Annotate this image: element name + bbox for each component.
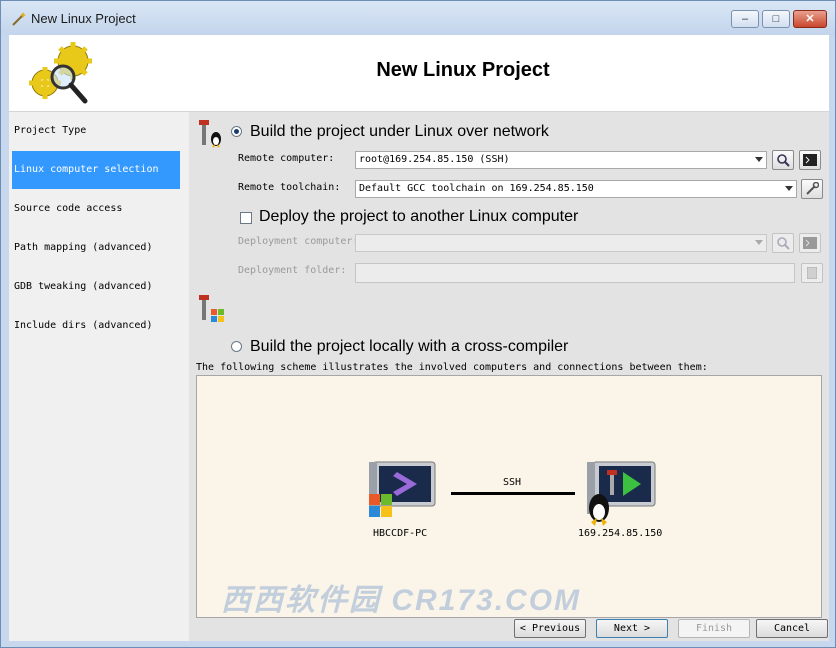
minimize-button[interactable]: – xyxy=(731,10,759,28)
remote-computer-label: Remote computer: xyxy=(238,153,335,164)
chevron-left-icon: < xyxy=(519,623,532,634)
edit-toolchain-button[interactable] xyxy=(801,179,823,199)
open-terminal-button[interactable] xyxy=(799,150,821,170)
cancel-button[interactable]: Cancel xyxy=(756,619,828,638)
chevron-down-icon xyxy=(785,186,793,191)
deployment-terminal-button[interactable] xyxy=(799,233,821,253)
deployment-folder-label: Deployment folder: xyxy=(238,265,347,276)
remote-linux-pc-icon xyxy=(587,461,656,526)
chevron-right-icon: > xyxy=(638,623,651,634)
search-icon xyxy=(777,237,790,250)
nav-item-project-type[interactable]: Project Type xyxy=(12,112,180,150)
folder-icon xyxy=(807,267,817,279)
wrench-icon xyxy=(806,182,819,195)
remote-toolchain-value: Default GCC toolchain on 169.254.85.150 xyxy=(359,183,594,194)
button-bar: < Previous Next > Finish Cancel xyxy=(189,619,829,641)
wizard-body: New Linux Project Project Type Linux com… xyxy=(9,35,829,641)
deploy-checkbox[interactable] xyxy=(240,212,252,224)
window-title: New Linux Project xyxy=(31,11,136,26)
maximize-button[interactable]: □ xyxy=(762,10,790,28)
remote-toolchain-select[interactable]: Default GCC toolchain on 169.254.85.150 xyxy=(355,180,797,198)
search-icon xyxy=(777,154,790,167)
remote-computer-value: root@169.254.85.150 (SSH) xyxy=(359,154,510,165)
nav-item-source-code-access[interactable]: Source code access xyxy=(12,190,180,228)
deployment-computer-label: Deployment computer: xyxy=(238,236,359,247)
finish-button[interactable]: Finish xyxy=(678,619,750,638)
search-computer-button[interactable] xyxy=(772,150,794,170)
wizard-nav: Project Type Linux computer selection So… xyxy=(9,112,183,641)
build-over-network-label: Build the project under Linux over netwo… xyxy=(250,123,549,140)
scheme-description: The following scheme illustrates the inv… xyxy=(196,362,708,373)
nav-item-gdb-tweaking[interactable]: GDB tweaking (advanced) xyxy=(12,268,180,306)
build-over-network-radio[interactable] xyxy=(231,126,242,137)
previous-button[interactable]: < Previous xyxy=(514,619,586,638)
local-computer-name: HBCCDF-PC xyxy=(373,528,428,539)
next-button[interactable]: Next > xyxy=(596,619,668,638)
wand-icon xyxy=(12,12,26,26)
deployment-computer-select[interactable] xyxy=(355,234,767,252)
deploy-label: Deploy the project to another Linux comp… xyxy=(259,208,579,225)
terminal-icon xyxy=(803,237,817,249)
settings-panel: Build the project under Linux over netwo… xyxy=(189,112,829,641)
connection-line xyxy=(451,492,575,495)
gears-magnifier-icon xyxy=(29,42,92,104)
remote-computer-name: 169.254.85.150 xyxy=(578,528,663,539)
next-button-label: Next xyxy=(613,623,639,634)
remote-toolchain-label: Remote toolchain: xyxy=(238,182,341,193)
page-title: New Linux Project xyxy=(376,59,550,81)
local-pc-icon xyxy=(369,461,436,517)
nav-item-linux-computer-selection[interactable]: Linux computer selection xyxy=(12,151,180,189)
nav-item-path-mapping[interactable]: Path mapping (advanced) xyxy=(12,229,180,267)
wizard-header: New Linux Project xyxy=(9,35,829,112)
deployment-folder-input[interactable] xyxy=(355,263,795,283)
linux-tools-icon xyxy=(199,120,221,148)
build-locally-radio[interactable] xyxy=(231,341,242,352)
close-button[interactable]: ✕ xyxy=(793,10,827,28)
radio-dot xyxy=(234,129,239,134)
chevron-down-icon xyxy=(755,240,763,245)
chevron-down-icon xyxy=(755,157,763,162)
connection-label: SSH xyxy=(503,477,522,488)
build-locally-label: Build the project locally with a cross-c… xyxy=(250,338,569,355)
terminal-icon xyxy=(803,154,817,166)
watermark: 西西软件园 CR173.COM xyxy=(221,584,582,617)
title-bar[interactable]: New Linux Project – □ ✕ xyxy=(1,1,835,35)
nav-item-include-dirs[interactable]: Include dirs (advanced) xyxy=(12,307,180,345)
windows-tools-icon xyxy=(199,295,224,322)
browse-folder-button[interactable] xyxy=(801,263,823,283)
search-deployment-button[interactable] xyxy=(772,233,794,253)
previous-button-label: Previous xyxy=(531,623,581,634)
remote-computer-select[interactable]: root@169.254.85.150 (SSH) xyxy=(355,151,767,169)
wizard-window: New Linux Project – □ ✕ New Linux Projec… xyxy=(0,0,836,648)
